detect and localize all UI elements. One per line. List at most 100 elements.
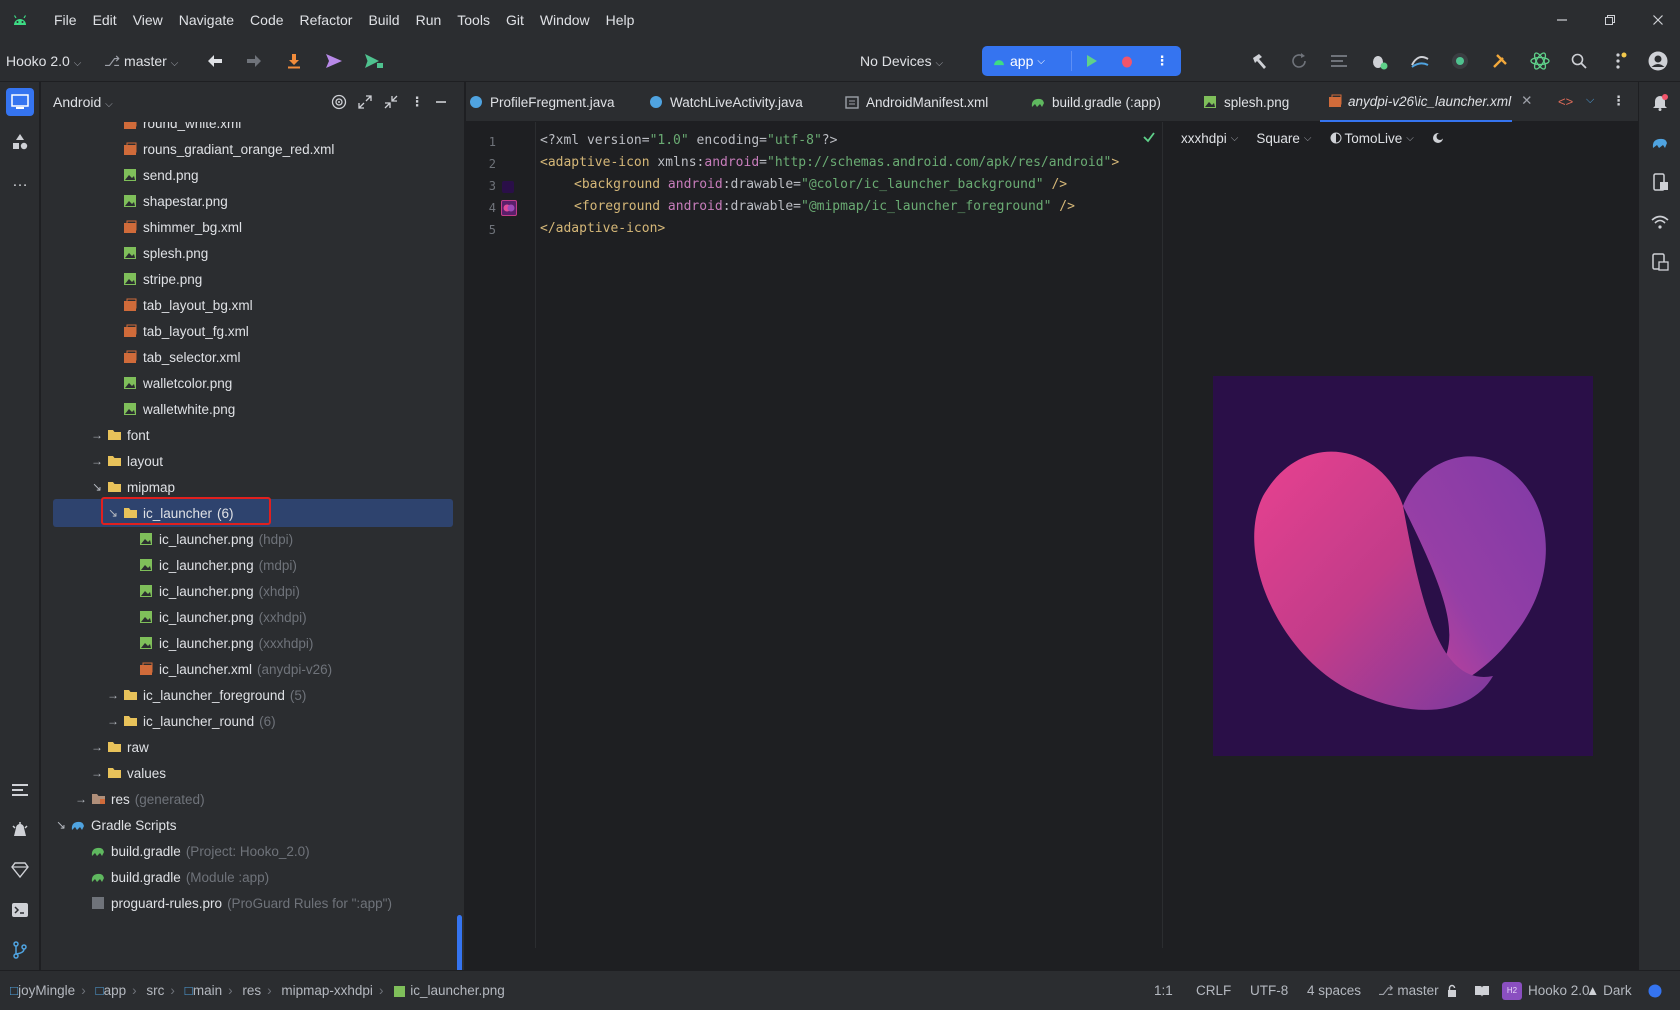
assistant-status-icon[interactable] (1648, 971, 1662, 1010)
tree-row[interactable]: → ic_launcher_round (6) (41, 707, 464, 735)
tab-profile-fregment[interactable]: ProfileFregment.java (466, 82, 615, 122)
tree-row[interactable]: ic_launcher.xml (anydpi-v26) (41, 655, 464, 683)
tree-row[interactable]: rouns_gradiant_orange_red.xml (41, 135, 464, 163)
build-hammer-icon[interactable] (1248, 49, 1272, 73)
tree-row[interactable]: splesh.png (41, 239, 464, 267)
tree-row[interactable]: walletcolor.png (41, 369, 464, 397)
tree-row[interactable]: → layout (41, 447, 464, 475)
tree-row[interactable]: ic_launcher.png (xxxhdpi) (41, 629, 464, 657)
sync-icon[interactable] (1287, 49, 1311, 73)
wifi-icon[interactable] (1646, 208, 1674, 236)
apply-changes-icon[interactable] (1408, 49, 1432, 73)
menu-help[interactable]: Help (598, 0, 643, 40)
locate-file-icon[interactable] (331, 94, 347, 110)
tree-row[interactable]: → raw (41, 733, 464, 761)
tree-row[interactable]: tab_layout_fg.xml (41, 317, 464, 345)
chevron-down-icon[interactable]: ↘ (53, 818, 69, 832)
breadcrumb-item[interactable]: mipmap-xxhdpi (281, 983, 373, 998)
push-icon[interactable] (362, 49, 386, 73)
vcs-branch[interactable]: ⎇ master (1378, 971, 1439, 1010)
tabs-dropdown-icon[interactable]: ⌵ (1586, 94, 1602, 110)
minimize-icon[interactable] (1542, 0, 1582, 40)
tree-row[interactable]: proguard-rules.pro (ProGuard Rules for ":… (41, 889, 464, 917)
more-run-options-icon[interactable]: ⋮ (1152, 51, 1172, 71)
code-editor[interactable]: 1 2 3 4 5 <?xml version="1.0" encoding="… (466, 122, 1162, 948)
breadcrumb-item[interactable]: app (104, 983, 127, 998)
tree-row[interactable]: ic_launcher.png (xxhdpi) (41, 603, 464, 631)
debug-icon[interactable] (1117, 51, 1137, 71)
foreground-icon-thumb[interactable] (501, 200, 517, 216)
tree-row[interactable]: tab_selector.xml (41, 343, 464, 371)
line-separator[interactable]: CRLF (1196, 971, 1231, 1010)
branch-switcher[interactable]: ⎇ master ⌵ (104, 40, 178, 82)
gem-icon[interactable] (6, 856, 34, 884)
device-selector[interactable]: No Devices ⌵ (860, 40, 943, 82)
sdk-tools-icon[interactable] (1488, 49, 1512, 73)
hide-panel-icon[interactable] (433, 94, 449, 110)
structure-icon[interactable] (6, 776, 34, 804)
tree-row[interactable]: send.png (41, 161, 464, 189)
close-window-icon[interactable] (1638, 0, 1678, 40)
menu-edit[interactable]: Edit (85, 0, 125, 40)
chevron-right-icon[interactable]: → (105, 688, 121, 702)
commit-push-icon[interactable] (322, 49, 346, 73)
run-config-selector[interactable]: app ⌵ (992, 46, 1045, 76)
menu-code[interactable]: Code (242, 0, 291, 40)
menu-refactor[interactable]: Refactor (292, 0, 361, 40)
theme-dropdown[interactable]: TomoLive ⌵ (1330, 131, 1414, 146)
tab-android-manifest[interactable]: AndroidManifest.xml (844, 82, 988, 122)
lock-icon[interactable] (1446, 971, 1458, 1010)
menu-navigate[interactable]: Navigate (171, 0, 242, 40)
search-icon[interactable] (1567, 49, 1591, 73)
indent-setting[interactable]: 4 spaces (1307, 971, 1361, 1010)
collapse-all-icon[interactable] (383, 94, 399, 110)
more-tools-icon[interactable]: … (6, 168, 34, 196)
tree-row[interactable]: → res (generated) (41, 785, 464, 813)
background-color-swatch[interactable] (502, 181, 514, 193)
restore-icon[interactable] (1590, 0, 1630, 40)
menu-run[interactable]: Run (408, 0, 450, 40)
chevron-right-icon[interactable]: → (89, 454, 105, 468)
chevron-right-icon[interactable]: → (105, 714, 121, 728)
expand-all-icon[interactable] (357, 94, 373, 110)
menu-file[interactable]: File (46, 0, 85, 40)
tree-row[interactable]: → ic_launcher_foreground (5) (41, 681, 464, 709)
notifications-bell-icon[interactable] (1646, 88, 1674, 116)
project-scrollbar[interactable] (457, 915, 462, 970)
project-switcher[interactable]: Hooko 2.0 ⌵ (6, 40, 81, 82)
chevron-right-icon[interactable]: → (89, 740, 105, 754)
back-arrow-icon[interactable] (203, 49, 227, 73)
menu-window[interactable]: Window (532, 0, 598, 40)
options-icon[interactable]: ⋮ (409, 94, 425, 110)
editor-options-icon[interactable]: ⋮ (1612, 93, 1628, 109)
build-variants-icon[interactable] (6, 816, 34, 844)
forward-arrow-icon[interactable] (242, 49, 266, 73)
code-view-icon[interactable]: <> (1558, 94, 1574, 110)
run-play-icon[interactable] (1082, 51, 1102, 71)
reader-mode-icon[interactable] (1474, 971, 1490, 1010)
tree-row[interactable]: shimmer_bg.xml (41, 213, 464, 241)
tree-row[interactable]: shapestar.png (41, 187, 464, 215)
settings-updates-icon[interactable] (1607, 49, 1631, 73)
chevron-down-icon[interactable]: ↘ (89, 480, 105, 494)
record-icon[interactable] (1448, 49, 1472, 73)
breadcrumb-item[interactable]: joyMingle (18, 983, 75, 998)
tree-row[interactable]: → font (41, 421, 464, 449)
dark-mode-toggle-icon[interactable] (1432, 132, 1444, 144)
chevron-right-icon[interactable]: → (89, 428, 105, 442)
file-encoding[interactable]: UTF-8 (1250, 971, 1288, 1010)
project-view-selector[interactable]: Android ⌵ (53, 82, 113, 122)
caret-position[interactable]: 1:1 (1154, 971, 1173, 1010)
gradle-tool-icon[interactable] (1646, 128, 1674, 156)
running-devices-icon[interactable] (1646, 248, 1674, 276)
tree-row[interactable]: build.gradle (Module :app) (41, 863, 464, 891)
chevron-right-icon[interactable]: → (89, 766, 105, 780)
breadcrumb-item[interactable]: main (193, 983, 222, 998)
account-avatar-icon[interactable] (1646, 49, 1670, 73)
tree-row[interactable]: walletwhite.png (41, 395, 464, 423)
breadcrumb-item[interactable]: res (242, 983, 261, 998)
update-project-icon[interactable] (282, 49, 306, 73)
breadcrumb-item[interactable]: src (146, 983, 164, 998)
no-problems-check-icon[interactable] (1142, 130, 1156, 144)
tab-ic-launcher-xml[interactable]: anydpi-v26\ic_launcher.xml ✕ (1320, 82, 1532, 122)
